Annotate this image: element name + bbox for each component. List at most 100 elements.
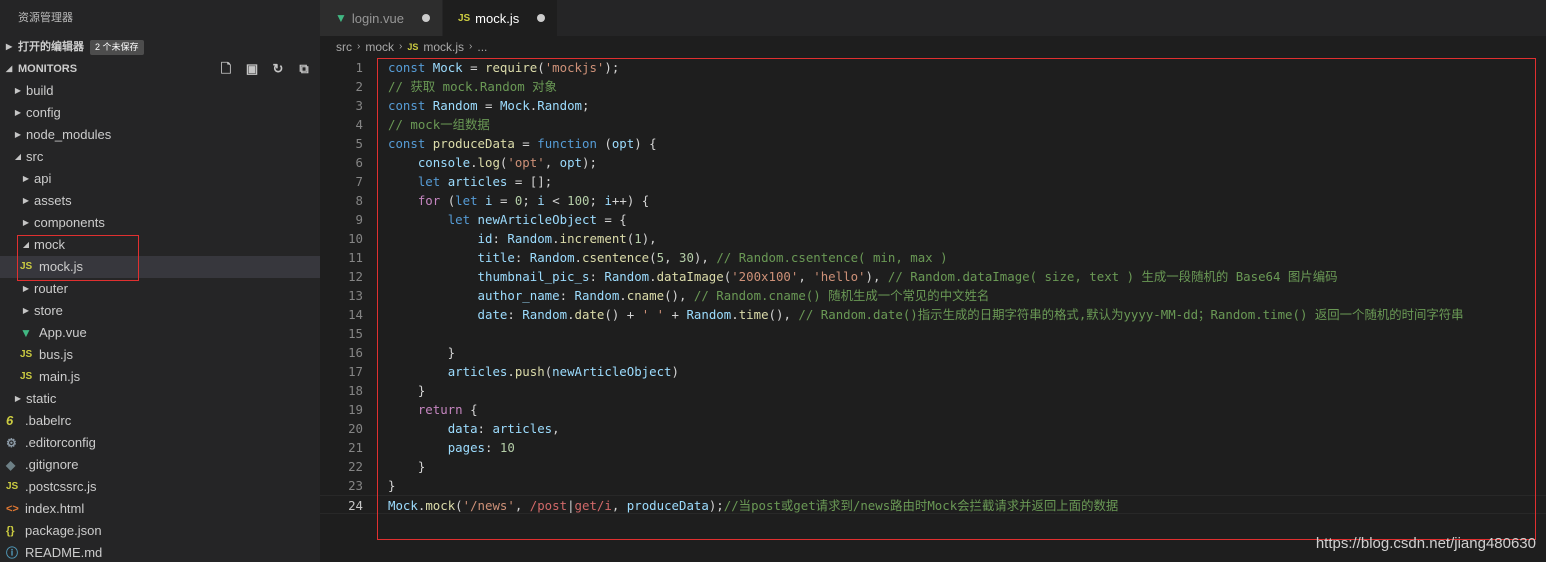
tree-item-build[interactable]: ▶ build xyxy=(0,80,320,102)
code-content[interactable]: for (let i = 0; i < 100; i++) { xyxy=(363,191,649,210)
js-file-icon: JS xyxy=(20,349,33,360)
code-content[interactable]: pages: 10 xyxy=(363,438,515,457)
code-content[interactable]: const Random = Mock.Random; xyxy=(363,96,589,115)
chevron-right-icon: › xyxy=(399,41,403,52)
line-number: 22 xyxy=(348,459,363,474)
tree-item-store[interactable]: ▶ store xyxy=(0,300,320,322)
code-content[interactable]: date: Random.date() + ' ' + Random.time(… xyxy=(363,305,1464,324)
collapse-all-icon[interactable]: ⧉ xyxy=(296,61,312,77)
breadcrumb-symbol[interactable]: ... xyxy=(477,36,487,58)
unsaved-dot-icon[interactable] xyxy=(421,14,430,22)
code-line: 12 thumbnail_pic_s: Random.dataImage('20… xyxy=(320,267,1546,286)
refresh-icon[interactable]: ↻ xyxy=(270,61,286,77)
tree-item-assets[interactable]: ▶ assets xyxy=(0,190,320,212)
code-line: 2// 获取 mock.Random 对象 xyxy=(320,77,1546,96)
tree-item-main-js[interactable]: JS main.js xyxy=(0,366,320,388)
chevron-right-icon: ▶ xyxy=(22,174,30,183)
code-content[interactable]: const produceData = function (opt) { xyxy=(363,134,657,153)
code-line: 19 return { xyxy=(320,400,1546,419)
js-file-icon: JS xyxy=(407,42,419,52)
line-number: 3 xyxy=(355,98,363,113)
tab-bar: ▼ login.vue JS mock.js xyxy=(320,0,1546,36)
tree-item-package-json[interactable]: {} package.json xyxy=(0,520,320,542)
code-line: 22 } xyxy=(320,457,1546,476)
new-folder-icon[interactable]: ▣ xyxy=(244,61,260,77)
tree-item-gitignore[interactable]: ◆ .gitignore xyxy=(0,454,320,476)
code-line: 3 const Random = Mock.Random; xyxy=(320,96,1546,115)
line-number: 6 xyxy=(355,155,363,170)
tree-item-app-vue[interactable]: ▼ App.vue xyxy=(0,322,320,344)
code-line: 15 xyxy=(320,324,1546,343)
json-file-icon: {} xyxy=(6,525,15,537)
breadcrumb-mock[interactable]: mock xyxy=(365,36,394,58)
tree-item-router[interactable]: ▶ router xyxy=(0,278,320,300)
tree-item-readme-md[interactable]: ⓘ README.md xyxy=(0,542,320,562)
tree-item-label: main.js xyxy=(39,369,81,384)
breadcrumb-src[interactable]: src xyxy=(336,36,352,58)
code-content[interactable]: return { xyxy=(363,400,478,419)
chevron-right-icon: ▶ xyxy=(22,306,30,315)
new-file-icon[interactable]: 🗋 xyxy=(218,61,234,77)
code-line: 21 pages: 10 xyxy=(320,438,1546,457)
code-content[interactable]: thumbnail_pic_s: Random.dataImage('200x1… xyxy=(363,267,1338,286)
code-content[interactable]: let newArticleObject = { xyxy=(363,210,627,229)
code-editor[interactable]: 1 const Mock = require('mockjs'); 2// 获取 … xyxy=(320,58,1546,562)
code-content[interactable] xyxy=(363,324,388,343)
code-content[interactable]: // 获取 mock.Random 对象 xyxy=(363,77,557,96)
tree-item-editorconfig[interactable]: ⚙ .editorconfig xyxy=(0,432,320,454)
tree-item-config[interactable]: ▶ config xyxy=(0,102,320,124)
tree-item-label: bus.js xyxy=(39,347,73,362)
editor-area: ▼ login.vue JS mock.js src › mock › JS m… xyxy=(320,0,1546,562)
code-content[interactable]: } xyxy=(363,476,395,495)
tree-item-static[interactable]: ▶ static xyxy=(0,388,320,410)
line-number: 1 xyxy=(355,60,363,75)
tree-item-label: node_modules xyxy=(26,127,112,142)
line-number: 9 xyxy=(355,212,363,227)
tree-item-babelrc[interactable]: 6 .babelrc xyxy=(0,410,320,432)
code-content[interactable]: } xyxy=(363,381,425,400)
tree-item-mock[interactable]: ◢ mock xyxy=(0,234,320,256)
project-section[interactable]: ◢ MONITORS 🗋 ▣ ↻ ⧉ xyxy=(0,58,320,80)
tree-item-label: store xyxy=(34,303,63,318)
tree-item-label: mock xyxy=(34,237,66,252)
code-content[interactable]: } xyxy=(363,457,425,476)
tree-item-bus-js[interactable]: JS bus.js xyxy=(0,344,320,366)
code-content[interactable]: // mock一组数据 xyxy=(363,115,490,134)
code-line: 23} xyxy=(320,476,1546,495)
chevron-right-icon: ▶ xyxy=(22,218,30,227)
code-line: 16 } xyxy=(320,343,1546,362)
chevron-right-icon: ▶ xyxy=(14,394,22,403)
code-content[interactable]: id: Random.increment(1), xyxy=(363,229,657,248)
code-content[interactable]: author_name: Random.cname(), // Random.c… xyxy=(363,286,990,305)
chevron-right-icon: ▶ xyxy=(14,86,22,95)
tree-item-label: router xyxy=(34,281,68,296)
code-content[interactable]: } xyxy=(363,343,455,362)
line-number: 2 xyxy=(355,79,363,94)
code-content[interactable]: title: Random.csentence(5, 30), // Rando… xyxy=(363,248,948,267)
tree-item-mock-js[interactable]: JS mock.js xyxy=(0,256,320,278)
line-number: 8 xyxy=(355,193,363,208)
tree-item-label: index.html xyxy=(25,501,85,516)
tree-item-api[interactable]: ▶ api xyxy=(0,168,320,190)
tab-login-vue[interactable]: ▼ login.vue xyxy=(320,0,443,36)
unsaved-dot-icon[interactable] xyxy=(537,14,546,22)
tree-item-src[interactable]: ◢ src xyxy=(0,146,320,168)
tab-mock-js[interactable]: JS mock.js xyxy=(442,0,559,36)
tree-item-index-html[interactable]: <> index.html xyxy=(0,498,320,520)
code-content[interactable]: console.log('opt', opt); xyxy=(363,153,597,172)
tree-item-postcssrc-js[interactable]: JS .postcssrc.js xyxy=(0,476,320,498)
open-editors-section[interactable]: ▶ 打开的编辑器 2 个未保存 xyxy=(0,36,320,58)
chevron-down-icon: ◢ xyxy=(22,240,30,249)
code-line: 4// mock一组数据 xyxy=(320,115,1546,134)
code-content[interactable]: const Mock = require('mockjs'); xyxy=(363,58,619,77)
breadcrumb-file[interactable]: mock.js xyxy=(423,36,464,58)
code-content[interactable]: Mock.mock('/news', /post|get/i, produceD… xyxy=(363,496,1118,513)
tree-item-components[interactable]: ▶ components xyxy=(0,212,320,234)
chevron-down-icon: ◢ xyxy=(14,152,22,161)
line-number: 4 xyxy=(355,117,363,132)
code-line: 1 const Mock = require('mockjs'); xyxy=(320,58,1546,77)
code-content[interactable]: let articles = []; xyxy=(363,172,552,191)
code-content[interactable]: articles.push(newArticleObject) xyxy=(363,362,679,381)
tree-item-node-modules[interactable]: ▶ node_modules xyxy=(0,124,320,146)
code-content[interactable]: data: articles, xyxy=(363,419,560,438)
